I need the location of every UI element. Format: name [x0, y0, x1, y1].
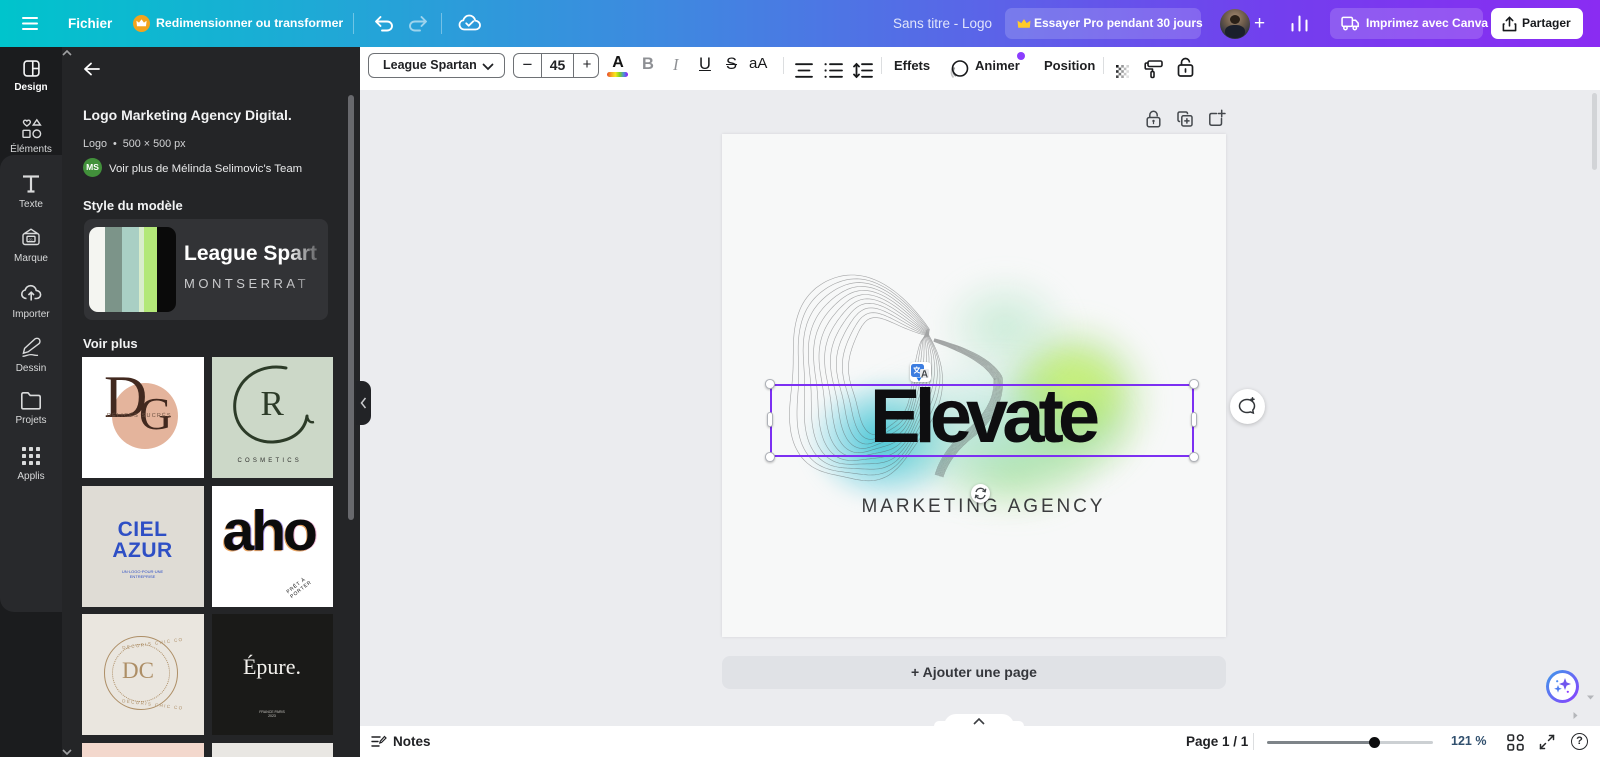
svg-text:co.: co. — [29, 237, 34, 241]
